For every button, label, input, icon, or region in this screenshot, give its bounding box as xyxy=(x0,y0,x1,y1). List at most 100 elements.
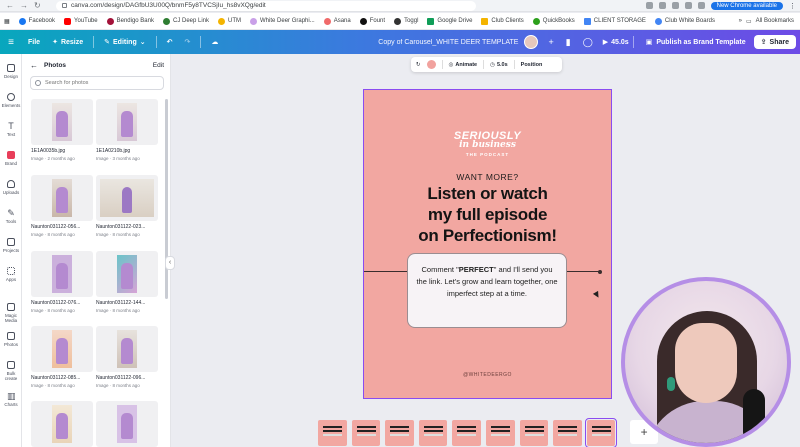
logo-line: THE PODCAST xyxy=(465,152,510,157)
page-thumb[interactable] xyxy=(418,420,448,446)
animate-button[interactable]: ◎ Animate xyxy=(449,62,478,68)
file-menu[interactable]: File xyxy=(22,39,46,46)
back-arrow-icon[interactable]: ← xyxy=(30,61,38,70)
rail-bulk-create[interactable]: Bulk create xyxy=(0,361,22,381)
comment-icon[interactable]: ◯ xyxy=(583,37,593,48)
avatar[interactable] xyxy=(524,35,539,49)
edit-button[interactable]: Edit xyxy=(153,62,164,69)
rail-projects[interactable]: Projects xyxy=(0,238,22,253)
undo-icon[interactable]: ↶ xyxy=(161,38,179,46)
new-chrome-badge[interactable]: New Chrome available xyxy=(710,1,783,10)
share-label: Share xyxy=(769,38,789,46)
back-arrow-icon[interactable]: ← xyxy=(6,1,14,10)
photo-thumb[interactable] xyxy=(31,175,93,221)
bookmark-label: Toggl xyxy=(404,18,419,24)
page-thumb[interactable] xyxy=(318,420,347,446)
extension-icon[interactable] xyxy=(645,2,653,9)
rail-elements[interactable]: Elements xyxy=(0,93,22,108)
photo-thumb[interactable] xyxy=(96,401,158,447)
bookmark-item[interactable]: Club White Boards xyxy=(654,17,715,25)
rail-apps[interactable]: Apps xyxy=(0,267,22,282)
cta-card[interactable]: Comment "PERFECT" and I'll send you the … xyxy=(407,253,567,328)
collapse-panel-button[interactable]: ‹ xyxy=(165,256,175,270)
page-thumb[interactable] xyxy=(553,420,582,446)
editing-mode-button[interactable]: ✎ Editing ⌄ xyxy=(98,38,151,47)
page-thumb[interactable] xyxy=(385,420,414,446)
photo-thumb[interactable] xyxy=(31,401,93,447)
search-input[interactable] xyxy=(45,80,155,86)
replace-icon[interactable]: ↻ xyxy=(416,62,421,68)
headline-line: on Perfectionism! xyxy=(418,226,557,245)
extension-icon[interactable] xyxy=(658,2,666,9)
present-button[interactable]: ▶ 45.0s xyxy=(603,38,629,47)
extension-icon[interactable] xyxy=(684,2,692,9)
address-field[interactable]: canva.com/design/DAGfbU3U00Q/bnmF5y8TVCS… xyxy=(56,0,476,11)
headline[interactable]: Listen or watch my full episode on Perfe… xyxy=(364,183,611,246)
photo-thumb[interactable] xyxy=(96,175,158,221)
bookmark-item[interactable]: Bendigo Bank xyxy=(106,17,154,25)
cloud-saved-icon[interactable]: ☁ xyxy=(205,38,224,46)
timing-button[interactable]: ◷ 5.0s xyxy=(490,62,508,68)
photo-thumb[interactable] xyxy=(31,251,93,297)
menu-icon[interactable]: ≡ xyxy=(0,37,22,48)
social-handle[interactable]: @WHITEDEERGO xyxy=(364,372,611,378)
bookmark-item[interactable]: CLIENT STORAGE xyxy=(583,17,646,25)
bookmark-item[interactable]: White Deer Graphi... xyxy=(250,17,315,25)
page-thumb-active[interactable] xyxy=(584,418,618,447)
apps-grid-icon[interactable]: ▦ xyxy=(4,18,10,25)
resize-button[interactable]: ✦ Resize xyxy=(46,38,89,47)
document-title[interactable]: Copy of Carousel_WHITE DEER TEMPLATE xyxy=(378,39,518,46)
bookmark-item[interactable]: QuickBooks xyxy=(532,17,575,25)
bookmark-item[interactable]: Google Drive xyxy=(427,17,472,25)
all-bookmarks[interactable]: » ▭ All Bookmarks xyxy=(739,18,800,25)
page-thumb[interactable] xyxy=(452,420,481,446)
bookmark-item[interactable]: Toggl xyxy=(394,17,419,25)
rail-text[interactable]: T Text xyxy=(0,122,22,138)
add-collaborator-icon[interactable]: + xyxy=(548,37,553,47)
rail-uploads[interactable]: Uploads xyxy=(0,180,22,195)
insights-icon[interactable]: ▮ xyxy=(566,37,571,48)
rail-design[interactable]: Design xyxy=(0,64,22,79)
photo-meta: Image · 8 months ago xyxy=(31,232,75,237)
rail-charts[interactable]: ▥ Charts xyxy=(0,392,22,408)
photo-thumb[interactable] xyxy=(96,99,158,145)
extension-icon[interactable] xyxy=(671,2,679,9)
bookmark-item[interactable]: UTM xyxy=(218,17,241,25)
rail-photos[interactable]: Photos xyxy=(0,332,22,347)
element-toolbar: ↻ ◎ Animate ◷ 5.0s Position xyxy=(411,57,562,72)
page-thumb[interactable] xyxy=(519,420,549,446)
rail-brand[interactable]: Brand xyxy=(0,151,22,166)
bookmark-item[interactable]: CJ Deep Link xyxy=(162,17,209,25)
reload-icon[interactable]: ↻ xyxy=(34,1,41,10)
bookmark-item[interactable]: Facebook xyxy=(18,17,55,25)
page-thumb[interactable] xyxy=(485,420,515,446)
redo-icon[interactable]: ↷ xyxy=(178,38,196,46)
rail-magic-media[interactable]: Magic Media xyxy=(0,303,22,323)
share-button[interactable]: ⇪ Share xyxy=(753,35,796,49)
bookmark-item[interactable]: Asana xyxy=(323,17,351,25)
extension-icon[interactable] xyxy=(697,2,705,9)
photo-thumb[interactable] xyxy=(96,251,158,297)
photo-thumb[interactable] xyxy=(31,326,93,372)
photo-search[interactable] xyxy=(30,76,164,90)
rail-tools[interactable]: ✎ Tools xyxy=(0,209,22,225)
apps-icon xyxy=(7,267,15,275)
bookmark-item[interactable]: YouTube xyxy=(64,17,98,25)
pencil-icon: ✎ xyxy=(104,39,110,46)
photo-thumb[interactable] xyxy=(96,326,158,372)
color-swatch[interactable] xyxy=(426,60,436,69)
quickbooks-icon xyxy=(532,17,540,25)
timing-label: 5.0s xyxy=(496,61,508,68)
forward-arrow-icon[interactable]: → xyxy=(20,1,28,10)
photo-meta: Image · 3 months ago xyxy=(96,156,140,161)
kebab-menu-icon[interactable]: ⋮ xyxy=(789,2,796,10)
subheading[interactable]: WANT MORE? xyxy=(364,172,611,182)
page-thumb[interactable] xyxy=(351,420,381,446)
design-page[interactable]: SERIOUSLY in business THE PODCAST WANT M… xyxy=(363,89,612,399)
position-button[interactable]: Position xyxy=(521,62,543,68)
photo-thumb[interactable] xyxy=(31,99,93,145)
bookmark-item[interactable]: Fount xyxy=(359,17,385,25)
bookmark-item[interactable]: Club Clients xyxy=(481,17,524,25)
shapes-icon xyxy=(7,93,15,101)
publish-brand-template-button[interactable]: ▣ Publish as Brand Template xyxy=(638,38,754,47)
